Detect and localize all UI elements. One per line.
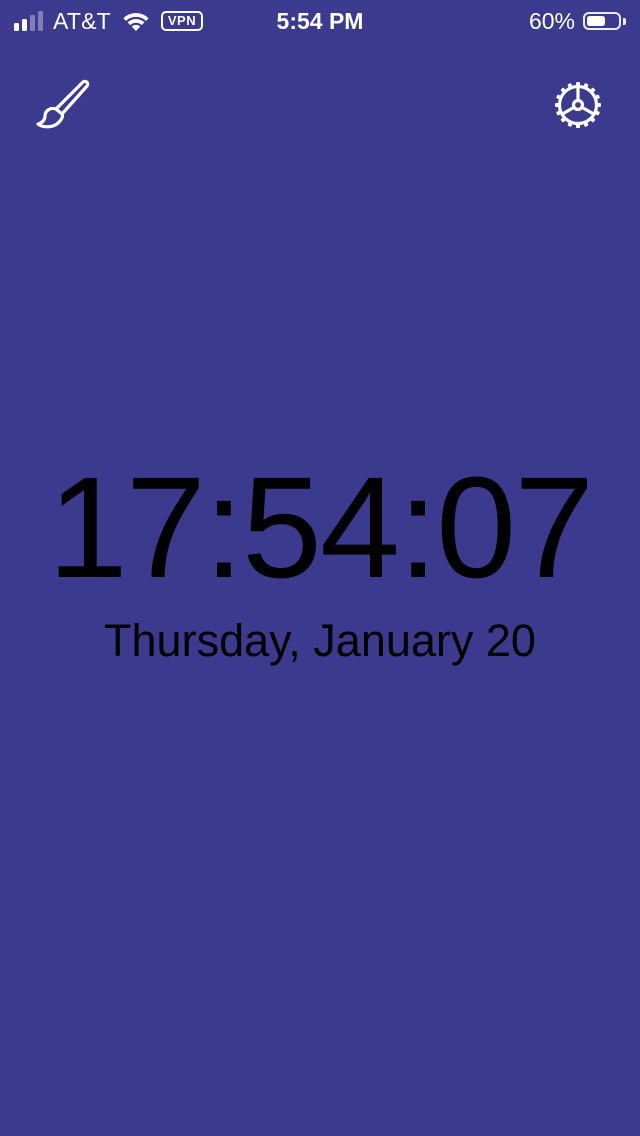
clock-date: Thursday, January 20 (104, 615, 536, 666)
battery-fill (587, 16, 605, 26)
gear-icon (555, 82, 601, 128)
paintbrush-button[interactable] (32, 76, 90, 134)
paintbrush-icon (36, 79, 90, 129)
battery-icon (583, 12, 621, 30)
settings-button[interactable] (551, 78, 605, 132)
battery-percent: 60% (528, 7, 575, 34)
status-right: 60% (529, 8, 626, 34)
clock-screen: AT&T VPN 5:54 PM 60% 17:54:07 Thursday, … (0, 0, 640, 1136)
status-bar: AT&T VPN 5:54 PM 60% (0, 0, 640, 40)
battery-nub (623, 17, 626, 25)
clock-time: 17:54:07 (47, 447, 595, 608)
